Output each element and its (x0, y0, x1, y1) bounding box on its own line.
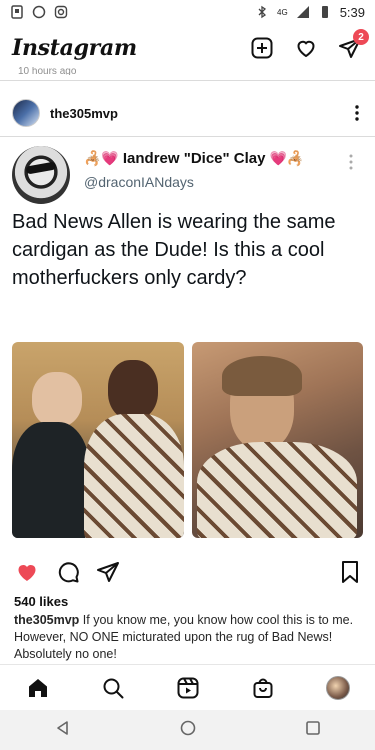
new-post-button[interactable] (249, 35, 275, 61)
profile-avatar (325, 675, 350, 700)
whatsapp-icon (32, 5, 46, 19)
tweet-display-name-text: Iandrew "Dice" Clay (122, 150, 266, 167)
save-button[interactable] (339, 560, 361, 589)
post-options-button[interactable] (351, 104, 363, 122)
heart-icon (297, 40, 315, 58)
battery-icon (321, 6, 328, 18)
signal-icon (296, 6, 309, 18)
post-header: the305mvp (0, 95, 375, 131)
reels-icon (177, 677, 198, 698)
more-vertical-icon (355, 105, 359, 121)
tab-home[interactable] (18, 668, 58, 708)
search-icon (103, 678, 123, 698)
recents-icon (305, 720, 320, 735)
tweet-more-icon (349, 154, 353, 170)
system-navigation (0, 710, 375, 750)
instagram-notify-icon (54, 5, 68, 19)
tweet-photo-left (12, 342, 184, 538)
home-icon (28, 678, 47, 697)
tweet-name-emoji-right: 💗🦂 (269, 150, 305, 166)
heart-filled-icon (18, 564, 36, 581)
tweet-photo-right (192, 342, 363, 538)
post-author-avatar[interactable] (12, 99, 40, 127)
clock: 5:39 (339, 4, 365, 20)
system-back-button[interactable] (54, 719, 72, 742)
bookmark-icon (342, 560, 358, 583)
tweet-avatar (12, 146, 70, 204)
photo-person (32, 372, 82, 427)
system-recents-button[interactable] (304, 719, 322, 742)
status-bar: 4G 5:39 (0, 0, 375, 24)
message-count-badge: 2 (353, 29, 369, 45)
new-post-icon (251, 37, 273, 59)
tweet-handle: @draconIANdays (84, 174, 194, 190)
like-button[interactable] (14, 560, 40, 589)
photo-person (108, 360, 158, 420)
tab-reels[interactable] (168, 668, 208, 708)
tweet-name-emoji-left: 🦂💗 (84, 150, 119, 166)
system-home-button[interactable] (179, 719, 197, 742)
notification-icon (11, 5, 23, 19)
comment-icon (58, 561, 79, 582)
shop-icon (253, 678, 272, 698)
share-icon (97, 561, 119, 582)
post-caption: the305mvp If you know me, you know how c… (14, 612, 364, 663)
tab-shop[interactable] (243, 668, 283, 708)
photo-person (222, 356, 302, 396)
tweet-display-name: 🦂💗 Iandrew "Dice" Clay 💗🦂 (84, 150, 304, 167)
home-circle-icon (180, 720, 195, 735)
app-header: Instagram 2 (0, 26, 375, 70)
photo-person (197, 442, 357, 538)
comment-button[interactable] (56, 560, 80, 589)
likes-count[interactable]: 540 likes (14, 594, 68, 609)
share-button[interactable] (96, 560, 120, 589)
bluetooth-icon (258, 5, 267, 19)
tab-search[interactable] (93, 668, 133, 708)
tab-profile[interactable] (318, 668, 358, 708)
post-username[interactable]: the305mvp (50, 106, 118, 121)
caption-username[interactable]: the305mvp (14, 613, 79, 627)
network-type: 4G (277, 7, 288, 17)
photo-person (84, 414, 184, 538)
divider (0, 80, 375, 81)
previous-post-time: 10 hours ago (18, 67, 77, 75)
activity-button[interactable] (293, 35, 319, 61)
tweet-text: Bad News Allen is wearing the same cardi… (12, 211, 336, 289)
post-actions (0, 556, 375, 592)
direct-messages-button[interactable]: 2 (337, 29, 369, 61)
post-image[interactable]: 🦂💗 Iandrew "Dice" Clay 💗🦂 @draconIANdays… (0, 136, 375, 546)
photo-person (12, 422, 90, 538)
bottom-navigation (0, 664, 375, 710)
instagram-logo[interactable]: Instagram (12, 35, 137, 61)
back-icon (56, 720, 68, 735)
